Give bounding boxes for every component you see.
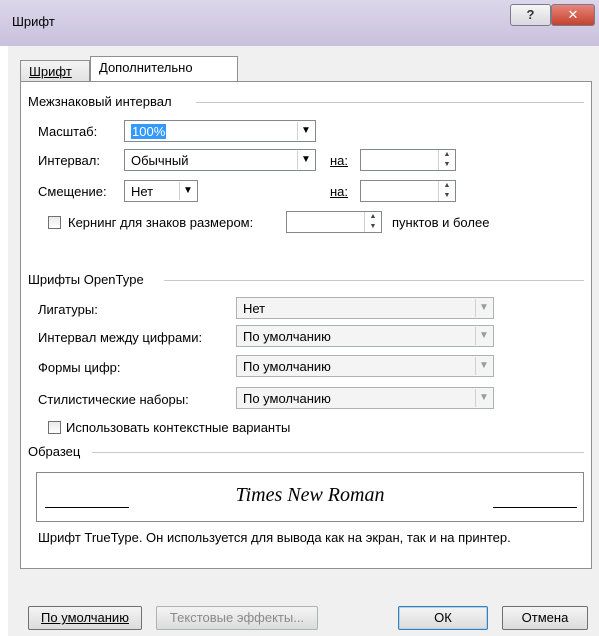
numforms-select[interactable]: По умолчанию ▼: [236, 355, 494, 377]
kerning-suffix: пунктов и более: [392, 215, 490, 230]
window-title: Шрифт: [12, 14, 55, 29]
position-by-spinner[interactable]: ▲ ▼: [360, 180, 456, 202]
opentype-group-title: Шрифты OpenType: [28, 272, 144, 287]
tab-font[interactable]: Шрифт: [20, 60, 90, 82]
tab-advanced[interactable]: Дополнительно: [90, 56, 238, 82]
chevron-down-icon: ▼: [475, 357, 492, 375]
spin-up-icon[interactable]: ▲: [365, 212, 381, 222]
chevron-down-icon: ▼: [475, 389, 492, 407]
kerning-spinner[interactable]: ▲ ▼: [286, 211, 382, 233]
contextual-checkbox[interactable]: [48, 421, 61, 434]
ligatures-value: Нет: [243, 301, 266, 316]
position-select[interactable]: Нет ▼: [124, 180, 198, 202]
spin-up-icon[interactable]: ▲: [439, 150, 455, 160]
position-label: Смещение:: [38, 184, 107, 199]
close-button[interactable]: ✕: [551, 4, 595, 26]
interval-by-label: на:: [330, 153, 349, 168]
spacing-group-title: Межзнаковый интервал: [28, 94, 172, 109]
help-button[interactable]: ?: [510, 4, 551, 26]
tab-advanced-label: Дополнительно: [99, 60, 193, 75]
chevron-down-icon: ▼: [297, 122, 314, 140]
kerning-spin-buttons[interactable]: ▲ ▼: [364, 212, 381, 232]
chevron-down-icon: ▼: [297, 151, 314, 169]
chevron-down-icon: ▼: [179, 182, 196, 200]
interval-value: Обычный: [131, 153, 189, 168]
preview-sample-text: Times New Roman: [235, 484, 385, 506]
preview-description: Шрифт TrueType. Он используется для выво…: [38, 530, 511, 545]
preview-line-right: [493, 507, 577, 508]
spin-down-icon[interactable]: ▼: [439, 160, 455, 170]
contextual-label: Использовать контекстные варианты: [66, 420, 291, 435]
numspacing-select[interactable]: По умолчанию ▼: [236, 325, 494, 347]
title-bar: Шрифт ? ✕: [0, 0, 599, 46]
interval-by-spinner[interactable]: ▲ ▼: [360, 149, 456, 171]
ok-label: ОК: [434, 610, 452, 625]
help-icon: ?: [526, 7, 535, 22]
spin-down-icon[interactable]: ▼: [365, 222, 381, 232]
numforms-label: Формы цифр:: [38, 360, 121, 375]
numspacing-value: По умолчанию: [243, 329, 331, 344]
interval-spin-buttons[interactable]: ▲ ▼: [438, 150, 455, 170]
text-effects-label: Текстовые эффекты...: [169, 610, 305, 625]
kerning-label: Кернинг для знаков размером:: [68, 215, 254, 230]
interval-select[interactable]: Обычный ▼: [124, 149, 316, 171]
numspacing-label: Интервал между цифрами:: [38, 330, 203, 345]
ok-button[interactable]: ОК: [398, 606, 488, 630]
chevron-down-icon: ▼: [475, 327, 492, 345]
position-by-label: на:: [330, 184, 349, 199]
scale-value: 100%: [131, 124, 167, 139]
preview-box: Times New Roman: [36, 472, 584, 522]
set-default-button[interactable]: По умолчанию: [28, 606, 142, 630]
position-spin-buttons[interactable]: ▲ ▼: [438, 181, 455, 201]
kerning-checkbox[interactable]: [48, 216, 61, 229]
spin-down-icon[interactable]: ▼: [439, 191, 455, 201]
preview-group-title: Образец: [28, 444, 81, 459]
opentype-group-divider: [164, 280, 584, 281]
stylistic-value: По умолчанию: [243, 391, 331, 406]
numforms-value: По умолчанию: [243, 359, 331, 374]
cancel-label: Отмена: [521, 610, 569, 625]
interval-label: Интервал:: [38, 153, 100, 168]
stylistic-select[interactable]: По умолчанию ▼: [236, 387, 494, 409]
ligatures-label: Лигатуры:: [38, 302, 98, 317]
dialog-body: Шрифт Дополнительно Межзнаковый интервал…: [8, 46, 599, 636]
cancel-button[interactable]: Отмена: [502, 606, 588, 630]
text-effects-button[interactable]: Текстовые эффекты...: [156, 606, 318, 630]
chevron-down-icon: ▼: [475, 299, 492, 317]
close-icon: ✕: [567, 7, 579, 22]
scale-select[interactable]: 100% ▼: [124, 120, 316, 142]
preview-line-left: [45, 507, 129, 508]
spacing-group-divider: [196, 102, 584, 103]
preview-group-divider: [92, 452, 584, 453]
tab-font-label: Шрифт: [29, 64, 72, 79]
spin-up-icon[interactable]: ▲: [439, 181, 455, 191]
position-value: Нет: [131, 184, 154, 199]
ligatures-select[interactable]: Нет ▼: [236, 297, 494, 319]
stylistic-label: Стилистические наборы:: [38, 392, 189, 407]
scale-label: Масштаб:: [38, 124, 98, 139]
set-default-label: По умолчанию: [41, 610, 129, 625]
